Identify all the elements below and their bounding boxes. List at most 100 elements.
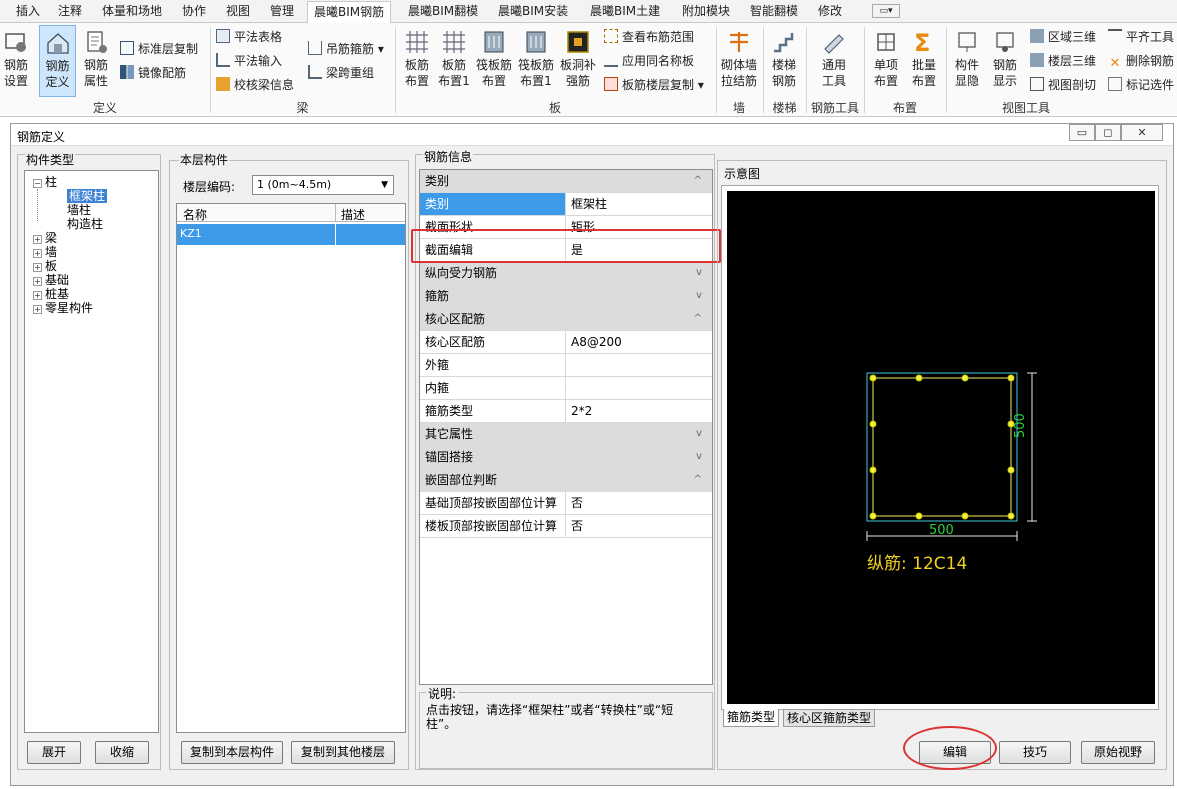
slab-rebar-floor-copy-button[interactable]: 板筋楼层复制 ▾	[604, 75, 704, 95]
plan-input-button[interactable]: 平法输入	[216, 51, 282, 71]
property-value[interactable]: 框架柱	[567, 193, 712, 215]
rebar-display-button[interactable]: 钢筋 显示	[988, 29, 1022, 89]
raft-rebar-layout1-button[interactable]: 筏板筋 布置1	[515, 29, 557, 89]
standard-floor-copy-button[interactable]: 标准层复制	[120, 39, 198, 59]
tree-node-misc[interactable]: + 零星构件	[33, 301, 93, 315]
maximize-button[interactable]: ◻	[1095, 124, 1121, 141]
property-value[interactable]: 否	[567, 492, 712, 514]
menu-annotate[interactable]: 注释	[58, 0, 82, 23]
floor-code-select[interactable]: 1 (0m~4.5m) ▼	[252, 175, 394, 195]
quick-access-dropdown[interactable]: ▭▾	[872, 4, 900, 18]
tree-node-column[interactable]: − 柱	[33, 175, 57, 189]
diagram-canvas[interactable]: 500 500 纵筋: 12C14	[727, 191, 1155, 704]
property-category[interactable]: 箍筋 v	[420, 285, 712, 308]
property-row[interactable]: 类别 框架柱	[420, 193, 712, 216]
plan-table-button[interactable]: 平法表格	[216, 27, 282, 47]
menu-bim-civil[interactable]: 晨曦BIM土建	[590, 0, 660, 23]
slab-rebar-layout-button[interactable]: 板筋 布置	[400, 29, 434, 89]
region-3d-button[interactable]: 区域三维	[1030, 27, 1096, 47]
general-tools-button[interactable]: 通用 工具	[816, 29, 852, 89]
view-section-button[interactable]: 视图剖切	[1030, 75, 1096, 95]
close-button[interactable]: ✕	[1121, 124, 1163, 141]
property-row[interactable]: 楼板顶部按嵌固部位计算否	[420, 515, 712, 538]
menu-modify[interactable]: 修改	[818, 0, 842, 23]
component-visibility-button[interactable]: 构件 显隐	[950, 29, 984, 89]
expand-button[interactable]: 展开	[27, 741, 81, 764]
tree-node-slab[interactable]: + 板	[33, 259, 57, 273]
property-category[interactable]: 嵌固部位判断 ^	[420, 469, 712, 492]
property-category[interactable]: 其它属性 v	[420, 423, 712, 446]
property-row[interactable]: 外箍	[420, 354, 712, 377]
align-tool-button[interactable]: 平齐工具	[1108, 27, 1174, 47]
tree-node-frame-column[interactable]: 框架柱	[67, 189, 108, 203]
chevron-up-icon[interactable]: ^	[694, 308, 702, 330]
tree-node-pile[interactable]: + 桩基	[33, 287, 69, 301]
property-row[interactable]: 基础顶部按嵌固部位计算否	[420, 492, 712, 515]
property-category[interactable]: 锚固搭接 v	[420, 446, 712, 469]
tab-stirrup-type[interactable]: 箍筋类型	[723, 709, 780, 727]
beam-span-regroup-button[interactable]: 梁跨重组	[308, 63, 374, 83]
menu-collaborate[interactable]: 协作	[182, 0, 206, 23]
copy-to-layer-button[interactable]: 复制到本层构件	[181, 741, 283, 764]
menu-smart-model[interactable]: 智能翻模	[750, 0, 798, 23]
original-view-button[interactable]: 原始视野	[1081, 741, 1155, 764]
slab-rebar-layout1-button[interactable]: 板筋 布置1	[436, 29, 472, 89]
chevron-down-icon[interactable]: v	[696, 285, 702, 307]
mirror-rebar-button[interactable]: 镜像配筋	[120, 63, 186, 83]
property-row[interactable]: 核心区配筋 A8@200	[420, 331, 712, 354]
menu-bim-install[interactable]: 晨曦BIM安装	[498, 0, 568, 23]
tab-core-stirrup-type[interactable]: 核心区箍筋类型	[783, 709, 876, 727]
hanger-stirrup-button[interactable]: 吊筋箍筋 ▾	[308, 39, 384, 59]
delete-rebar-button[interactable]: ✕ 删除钢筋	[1108, 51, 1174, 71]
single-layout-button[interactable]: 单项 布置	[868, 29, 904, 89]
menu-bim-rebar[interactable]: 晨曦BIM钢筋	[307, 1, 392, 24]
collapse-button[interactable]: 收缩	[95, 741, 149, 764]
mark-selection-button[interactable]: 标记选件	[1108, 75, 1174, 95]
chevron-down-icon[interactable]: v	[696, 262, 702, 284]
raft-rebar-layout-button[interactable]: 筏板筋 布置	[474, 29, 514, 89]
minimize-button[interactable]: ▭	[1069, 124, 1095, 141]
copy-to-other-floor-button[interactable]: 复制到其他楼层	[291, 741, 395, 764]
stair-rebar-button[interactable]: 楼梯 钢筋	[766, 29, 802, 89]
rebar-settings-button[interactable]: 钢筋 设置	[0, 29, 32, 89]
rebar-properties-button[interactable]: 钢筋 属性	[80, 29, 112, 89]
col-header-name[interactable]: 名称	[183, 206, 207, 223]
table-row[interactable]: KZ1	[177, 224, 405, 245]
tree-node-constructional-column[interactable]: 构造柱	[67, 217, 103, 231]
batch-layout-button[interactable]: Σ 批量 布置	[906, 29, 942, 89]
tree-node-beam[interactable]: + 梁	[33, 231, 57, 245]
apply-same-name-slab-button[interactable]: 应用同名称板	[604, 51, 694, 71]
property-category[interactable]: 纵向受力钢筋 v	[420, 262, 712, 285]
menu-view[interactable]: 视图	[226, 0, 250, 23]
property-row[interactable]: 内箍	[420, 377, 712, 400]
property-category[interactable]: 核心区配筋 ^	[420, 308, 712, 331]
property-value[interactable]: 2*2	[567, 400, 712, 422]
property-value[interactable]	[567, 354, 712, 376]
menu-addins[interactable]: 附加模块	[682, 0, 730, 23]
property-value[interactable]: 否	[567, 515, 712, 537]
chevron-up-icon[interactable]: ^	[694, 170, 702, 192]
tree-node-foundation[interactable]: + 基础	[33, 273, 69, 287]
check-beam-info-button[interactable]: 校核梁信息	[216, 75, 294, 95]
view-rebar-range-button[interactable]: 查看布筋范围	[604, 27, 694, 47]
masonry-tie-rebar-button[interactable]: 砌体墙 拉结筋	[719, 29, 759, 89]
chevron-down-icon[interactable]: v	[696, 446, 702, 468]
chevron-down-icon[interactable]: v	[696, 423, 702, 445]
property-value[interactable]: A8@200	[567, 331, 712, 353]
tree-node-wall-column[interactable]: 墙柱	[67, 203, 91, 217]
menu-insert[interactable]: 插入	[16, 0, 40, 23]
slab-hole-reinforce-button[interactable]: 板洞补 强筋	[558, 29, 598, 89]
rebar-define-button[interactable]: 钢筋 定义	[39, 25, 76, 97]
property-category[interactable]: 类别 ^	[420, 170, 712, 193]
tree-node-wall[interactable]: + 墙	[33, 245, 57, 259]
menu-bim-model[interactable]: 晨曦BIM翻模	[408, 0, 478, 23]
col-header-desc[interactable]: 描述	[341, 206, 365, 223]
single-layout-icon	[877, 33, 895, 51]
property-row[interactable]: 箍筋类型 2*2	[420, 400, 712, 423]
chevron-up-icon[interactable]: ^	[694, 469, 702, 491]
property-value[interactable]	[567, 377, 712, 399]
menu-massing-site[interactable]: 体量和场地	[102, 0, 162, 23]
floor-3d-button[interactable]: 楼层三维	[1030, 51, 1096, 71]
tips-button[interactable]: 技巧	[999, 741, 1071, 764]
menu-manage[interactable]: 管理	[270, 0, 294, 23]
